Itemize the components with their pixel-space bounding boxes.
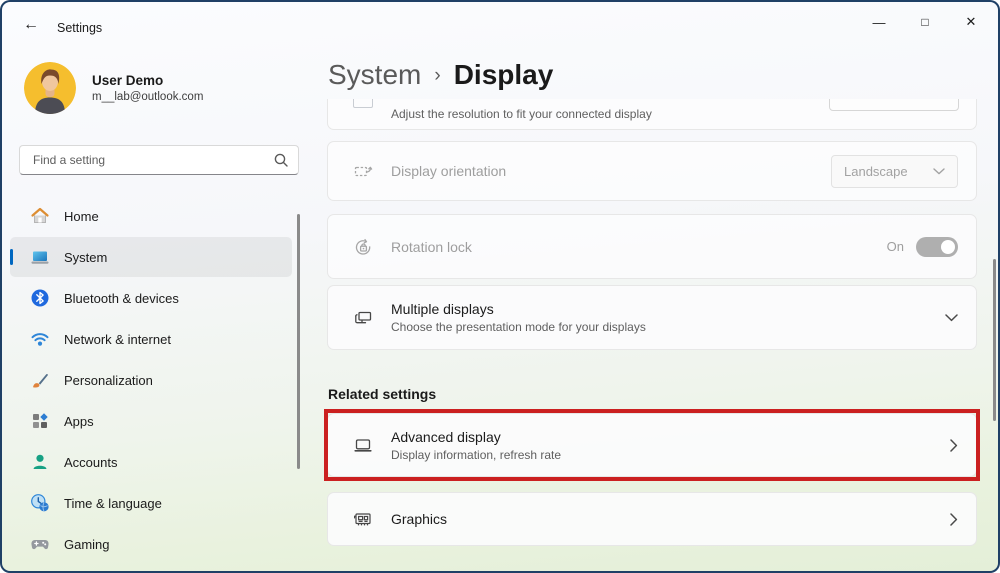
sidebar-nav: Home System Bluetooth & devices Network … bbox=[10, 196, 292, 565]
chevron-down-icon[interactable] bbox=[945, 313, 958, 322]
settings-content: Adjust the resolution to fit your connec… bbox=[324, 99, 980, 571]
display-resolution-icon bbox=[353, 99, 373, 108]
multiple-displays-card[interactable]: Multiple displays Choose the presentatio… bbox=[327, 285, 977, 350]
breadcrumb-separator-icon: › bbox=[434, 65, 441, 86]
multiple-displays-title: Multiple displays bbox=[391, 301, 494, 317]
home-icon bbox=[30, 206, 50, 226]
advanced-display-subtitle: Display information, refresh rate bbox=[391, 447, 562, 462]
chevron-right-icon[interactable] bbox=[950, 512, 958, 526]
multiple-displays-icon bbox=[353, 308, 373, 328]
apps-icon bbox=[30, 411, 50, 431]
back-button[interactable]: ← bbox=[18, 16, 44, 40]
sidebar-item-apps[interactable]: Apps bbox=[10, 401, 292, 441]
search-input[interactable] bbox=[31, 152, 274, 168]
display-orientation-icon bbox=[353, 161, 373, 181]
sidebar-item-label: Bluetooth & devices bbox=[64, 290, 179, 306]
advanced-display-card[interactable]: Advanced display Display information, re… bbox=[327, 413, 977, 477]
sidebar-item-time-language[interactable]: Time & language bbox=[10, 483, 292, 523]
rotation-lock-card: Rotation lock On bbox=[327, 214, 977, 279]
user-profile[interactable]: User Demo m__lab@outlook.com bbox=[24, 62, 203, 114]
multiple-displays-subtitle: Choose the presentation mode for your di… bbox=[391, 320, 646, 334]
app-title: Settings bbox=[57, 21, 103, 35]
minimize-button[interactable]: — bbox=[856, 6, 902, 38]
content-scrollbar[interactable] bbox=[993, 259, 996, 421]
toggle-knob bbox=[941, 239, 955, 254]
annotated-region: Advanced display Display information, re… bbox=[324, 409, 980, 481]
personalization-icon bbox=[30, 370, 50, 390]
sidebar-item-label: Gaming bbox=[64, 536, 110, 552]
time-language-icon bbox=[30, 493, 50, 513]
rotation-lock-toggle bbox=[916, 236, 958, 257]
system-icon bbox=[30, 247, 50, 267]
close-button[interactable]: ✕ bbox=[948, 6, 994, 38]
network-icon bbox=[30, 329, 50, 349]
sidebar-item-home[interactable]: Home bbox=[10, 196, 292, 236]
sidebar-item-label: Accounts bbox=[64, 454, 118, 470]
profile-email: m__lab@outlook.com bbox=[92, 91, 204, 103]
page-title: Display bbox=[453, 59, 554, 90]
rotation-lock-icon bbox=[353, 237, 373, 257]
sidebar-item-gaming[interactable]: Gaming bbox=[10, 524, 292, 564]
rotation-lock-title: Rotation lock bbox=[391, 238, 472, 255]
search-box bbox=[19, 145, 299, 175]
display-resolution-dropdown[interactable] bbox=[829, 99, 959, 111]
sidebar-item-label: System bbox=[64, 249, 108, 265]
sidebar-item-network-internet[interactable]: Network & internet bbox=[10, 319, 292, 359]
bluetooth-icon bbox=[30, 288, 50, 308]
sidebar-item-label: Home bbox=[64, 208, 99, 224]
sidebar-item-label: Time & language bbox=[64, 495, 162, 511]
sidebar-item-label: Network & internet bbox=[64, 331, 171, 347]
chevron-down-icon bbox=[933, 167, 945, 175]
sidebar-item-label: Personalization bbox=[64, 372, 153, 388]
back-arrow-icon: ← bbox=[23, 16, 39, 33]
sidebar-item-accounts[interactable]: Accounts bbox=[10, 442, 292, 482]
advanced-display-icon bbox=[353, 435, 373, 455]
profile-name: User Demo bbox=[92, 73, 164, 88]
display-orientation-card: Display orientation Landscape bbox=[327, 141, 977, 201]
maximize-button[interactable]: □ bbox=[902, 6, 948, 38]
advanced-display-title: Advanced display bbox=[391, 428, 501, 445]
sidebar-item-system[interactable]: System bbox=[10, 237, 292, 277]
window-frame: ← Settings — □ ✕ User Demo m__lab@outloo… bbox=[0, 0, 1000, 573]
related-settings-heading: Related settings bbox=[328, 386, 437, 402]
breadcrumb-system[interactable]: System bbox=[328, 59, 421, 91]
sidebar-item-label: Apps bbox=[64, 413, 94, 429]
graphics-icon bbox=[353, 509, 373, 529]
graphics-card[interactable]: Graphics bbox=[327, 492, 977, 546]
toggle-state-label: On bbox=[886, 239, 904, 254]
avatar bbox=[24, 62, 76, 114]
sidebar-item-personalization[interactable]: Personalization bbox=[10, 360, 292, 400]
display-orientation-select: Landscape bbox=[831, 154, 958, 188]
display-resolution-card[interactable]: Adjust the resolution to fit your connec… bbox=[327, 99, 977, 130]
gaming-icon bbox=[30, 534, 50, 554]
sidebar-item-bluetooth-devices[interactable]: Bluetooth & devices bbox=[10, 278, 292, 318]
display-resolution-subtitle: Adjust the resolution to fit your connec… bbox=[391, 107, 652, 121]
sidebar-scrollbar[interactable] bbox=[297, 214, 300, 469]
window-controls: — □ ✕ bbox=[856, 6, 994, 38]
display-orientation-title: Display orientation bbox=[391, 163, 507, 179]
display-orientation-value: Landscape bbox=[844, 163, 908, 179]
chevron-right-icon[interactable] bbox=[950, 438, 958, 452]
graphics-title: Graphics bbox=[391, 511, 448, 527]
breadcrumb: System › Display bbox=[328, 59, 553, 91]
settings-window: ← Settings — □ ✕ User Demo m__lab@outloo… bbox=[2, 2, 998, 571]
accounts-icon bbox=[30, 452, 50, 472]
search-icon bbox=[274, 153, 288, 167]
